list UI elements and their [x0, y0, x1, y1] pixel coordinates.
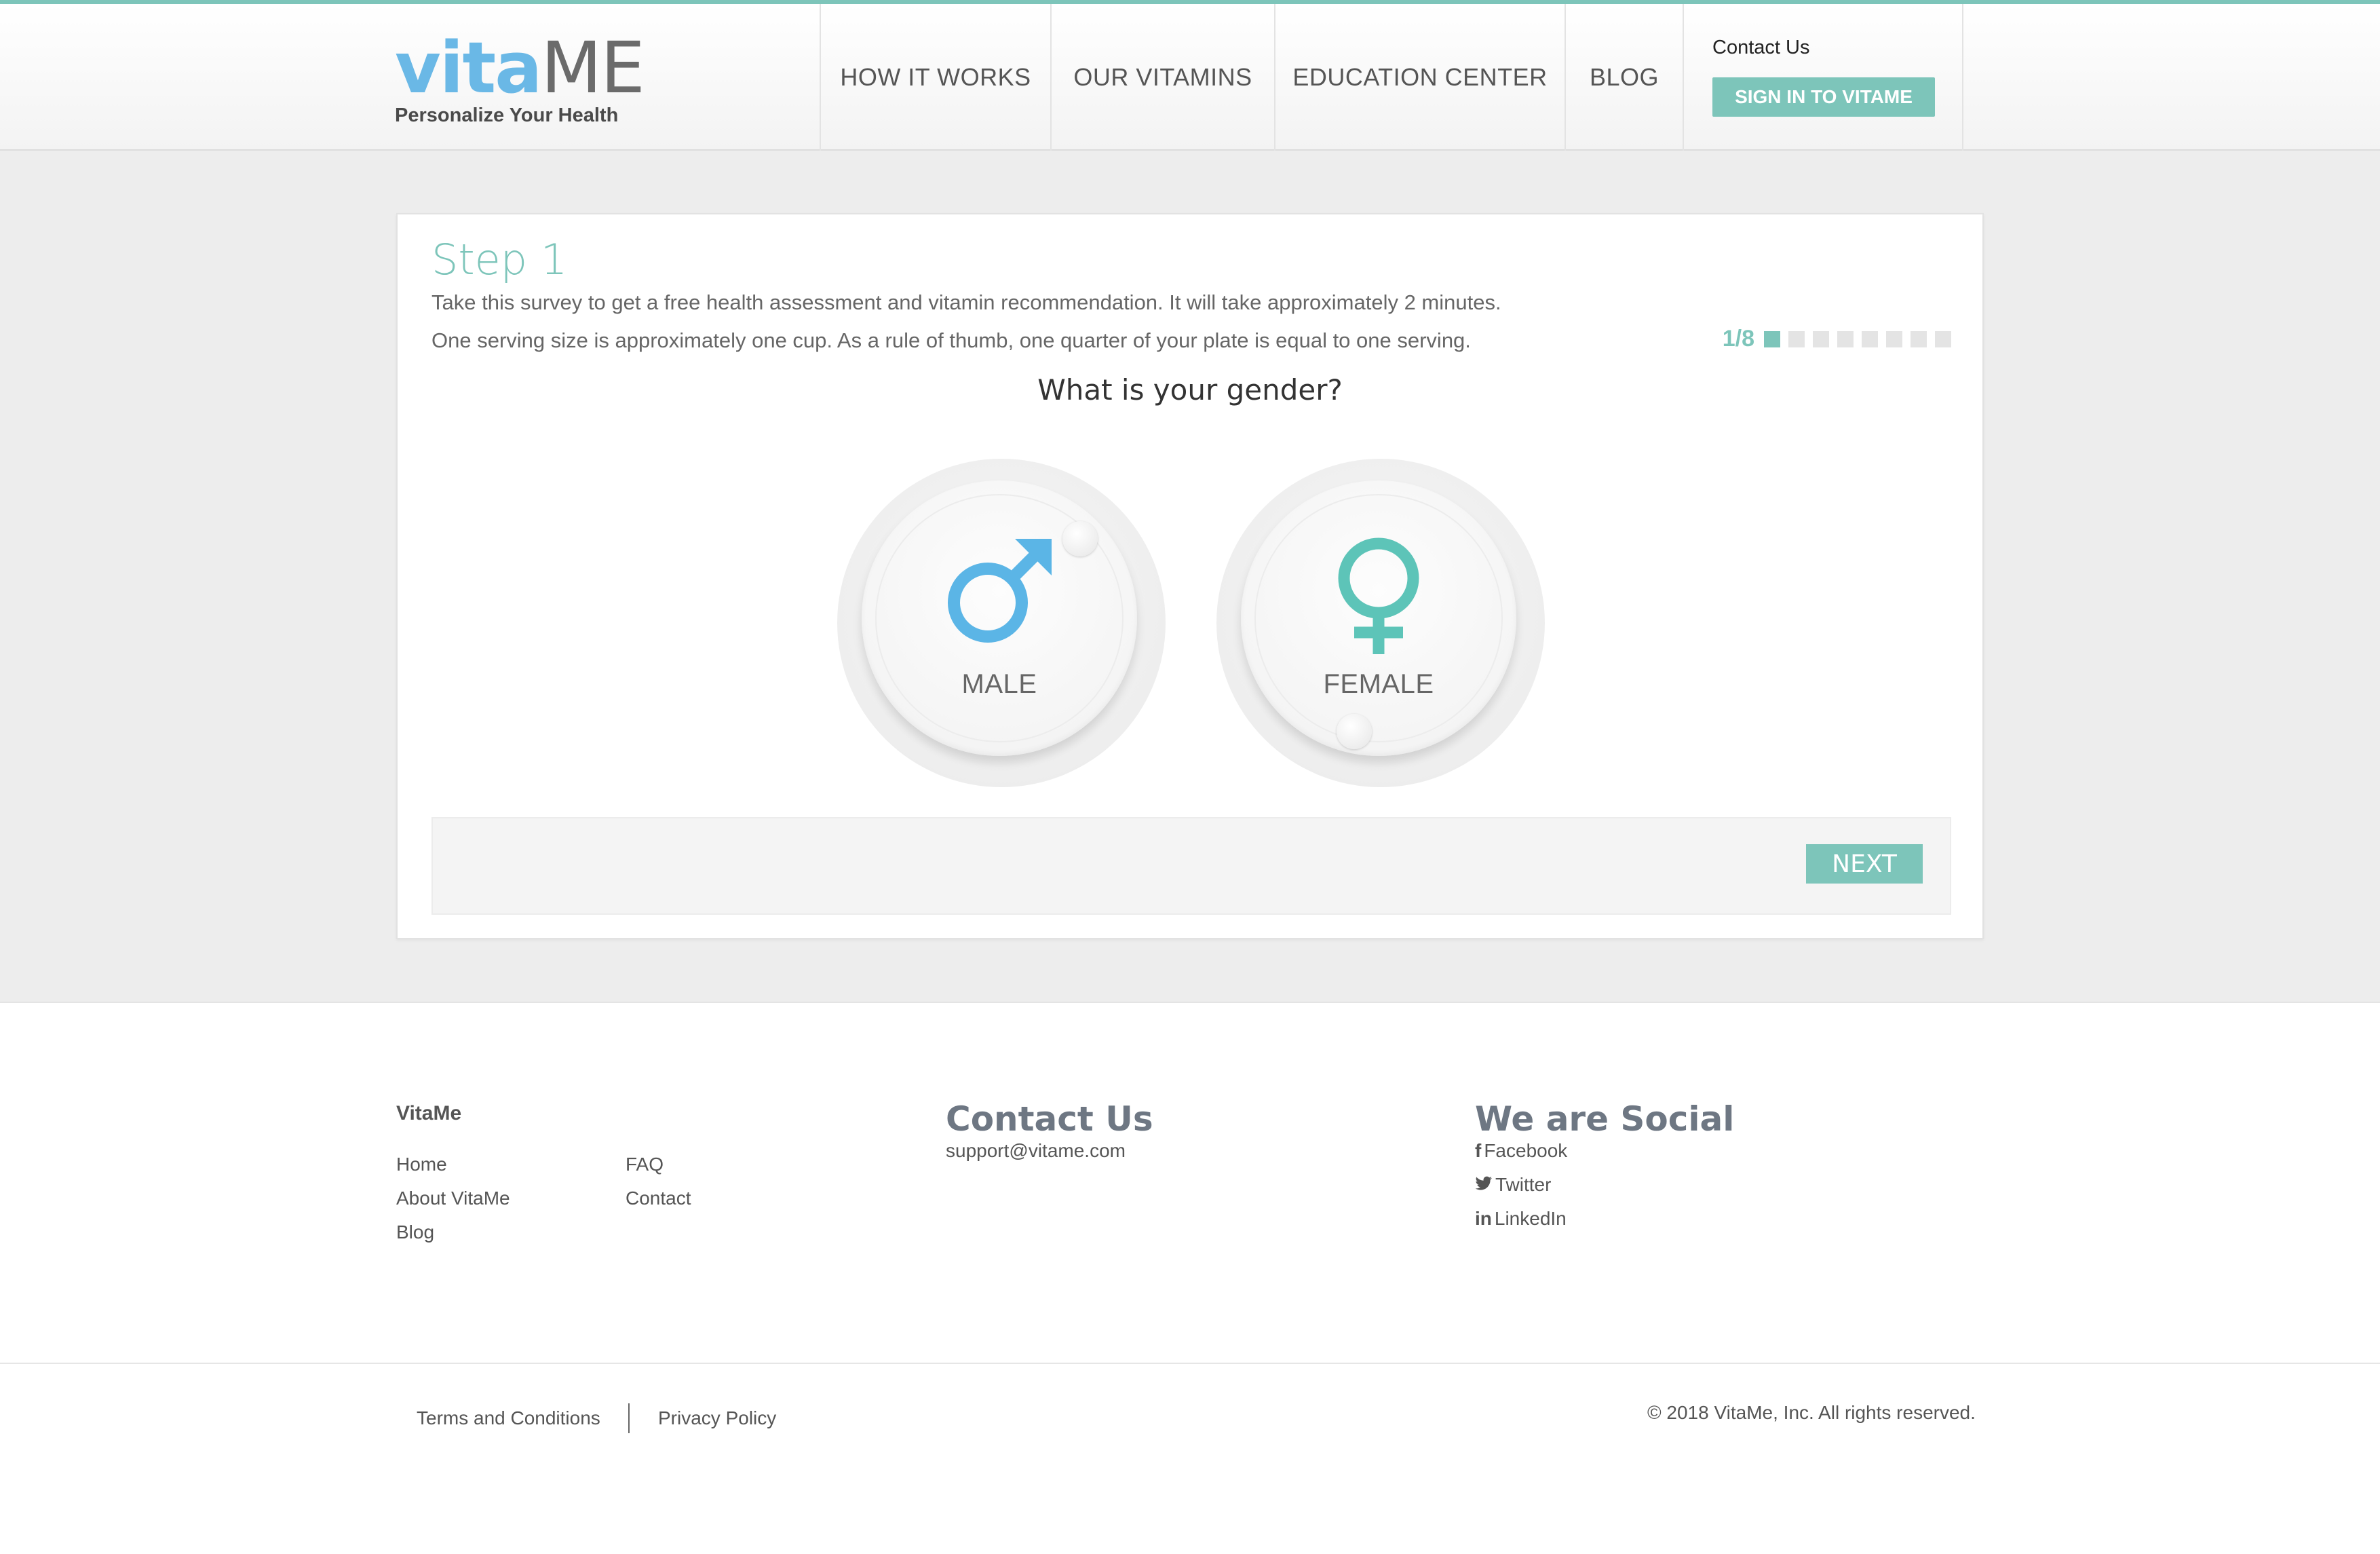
- sign-in-button[interactable]: SIGN IN TO VITAME: [1712, 77, 1935, 117]
- logo-tagline: Personalize Your Health: [395, 105, 619, 126]
- legal-separator: [628, 1403, 630, 1433]
- male-option[interactable]: MALE: [837, 459, 1166, 787]
- intro-text-2: One serving size is approximately one cu…: [431, 328, 1471, 352]
- nav-how-it-works[interactable]: HOW IT WORKS: [820, 4, 1050, 151]
- female-label: FEMALE: [1323, 669, 1434, 699]
- progress-indicator: 1/8: [1723, 326, 1951, 352]
- intro-text-1: Take this survey to get a free health as…: [431, 290, 1501, 314]
- footer-link-contact[interactable]: Contact: [626, 1188, 691, 1209]
- progress-step-5: [1862, 330, 1878, 347]
- social-facebook[interactable]: f Facebook: [1475, 1140, 1567, 1162]
- social-facebook-label: Facebook: [1484, 1140, 1568, 1161]
- nav-our-vitamins[interactable]: OUR VITAMINS: [1050, 4, 1274, 151]
- nav-blog[interactable]: BLOG: [1565, 4, 1683, 151]
- male-label: MALE: [961, 669, 1037, 699]
- step-title: Step 1: [431, 235, 568, 284]
- female-symbol-icon: [1241, 533, 1516, 659]
- progress-step-1: [1764, 330, 1780, 347]
- progress-step-2: [1788, 330, 1805, 347]
- social-twitter-label: Twitter: [1495, 1174, 1552, 1195]
- terms-link[interactable]: Terms and Conditions: [417, 1407, 600, 1429]
- social-twitter[interactable]: Twitter: [1475, 1174, 1551, 1196]
- progress-step-7: [1911, 330, 1927, 347]
- next-button[interactable]: NEXT: [1806, 844, 1923, 884]
- twitter-icon: [1475, 1174, 1493, 1196]
- contact-us-link[interactable]: Contact Us: [1712, 37, 1809, 59]
- dial-knob: [1337, 714, 1372, 749]
- footer-link-home[interactable]: Home: [396, 1154, 447, 1175]
- footer-link-blog[interactable]: Blog: [396, 1221, 434, 1243]
- survey-action-bar: NEXT: [431, 817, 1951, 915]
- male-dial: MALE: [862, 480, 1137, 756]
- social-linkedin-label: LinkedIn: [1494, 1208, 1567, 1229]
- nav-account-area: Contact Us SIGN IN TO VITAME: [1683, 4, 1963, 151]
- survey-card: Step 1 Take this survey to get a free he…: [396, 213, 1984, 939]
- footer-contact-heading: Contact Us: [946, 1099, 1153, 1139]
- linkedin-icon: in: [1475, 1208, 1492, 1229]
- footer-divider: [0, 1363, 2380, 1364]
- male-symbol-icon: [862, 533, 1137, 652]
- female-dial: FEMALE: [1241, 480, 1516, 756]
- progress-step-6: [1886, 330, 1902, 347]
- dial-knob: [1062, 521, 1098, 556]
- privacy-link[interactable]: Privacy Policy: [658, 1407, 776, 1429]
- main-nav: HOW IT WORKS OUR VITAMINS EDUCATION CENT…: [820, 4, 1963, 151]
- site-footer: VitaMe Home About VitaMe Blog FAQ Contac…: [0, 1002, 2380, 1554]
- nav-education-center[interactable]: EDUCATION CENTER: [1274, 4, 1565, 151]
- footer-link-faq[interactable]: FAQ: [626, 1154, 664, 1175]
- progress-step-4: [1837, 330, 1854, 347]
- question-text: What is your gender?: [1037, 373, 1343, 406]
- footer-link-about[interactable]: About VitaMe: [396, 1188, 510, 1209]
- footer-brand: VitaMe: [396, 1102, 462, 1124]
- female-option[interactable]: FEMALE: [1216, 459, 1545, 787]
- logo-vita: vita: [395, 26, 542, 109]
- footer-contact-email[interactable]: support@vitame.com: [946, 1140, 1126, 1162]
- logo[interactable]: vitaME Personalize Your Health: [395, 33, 645, 127]
- logo-me: ME: [541, 26, 645, 109]
- progress-step-3: [1813, 330, 1829, 347]
- progress-text: 1/8: [1722, 326, 1754, 352]
- logo-wordmark: vitaME: [395, 33, 645, 103]
- social-linkedin[interactable]: in LinkedIn: [1475, 1208, 1567, 1230]
- copyright: © 2018 VitaMe, Inc. All rights reserved.: [1647, 1402, 1976, 1423]
- footer-social-heading: We are Social: [1475, 1099, 1735, 1139]
- facebook-icon: f: [1475, 1140, 1482, 1161]
- progress-step-8: [1935, 330, 1951, 347]
